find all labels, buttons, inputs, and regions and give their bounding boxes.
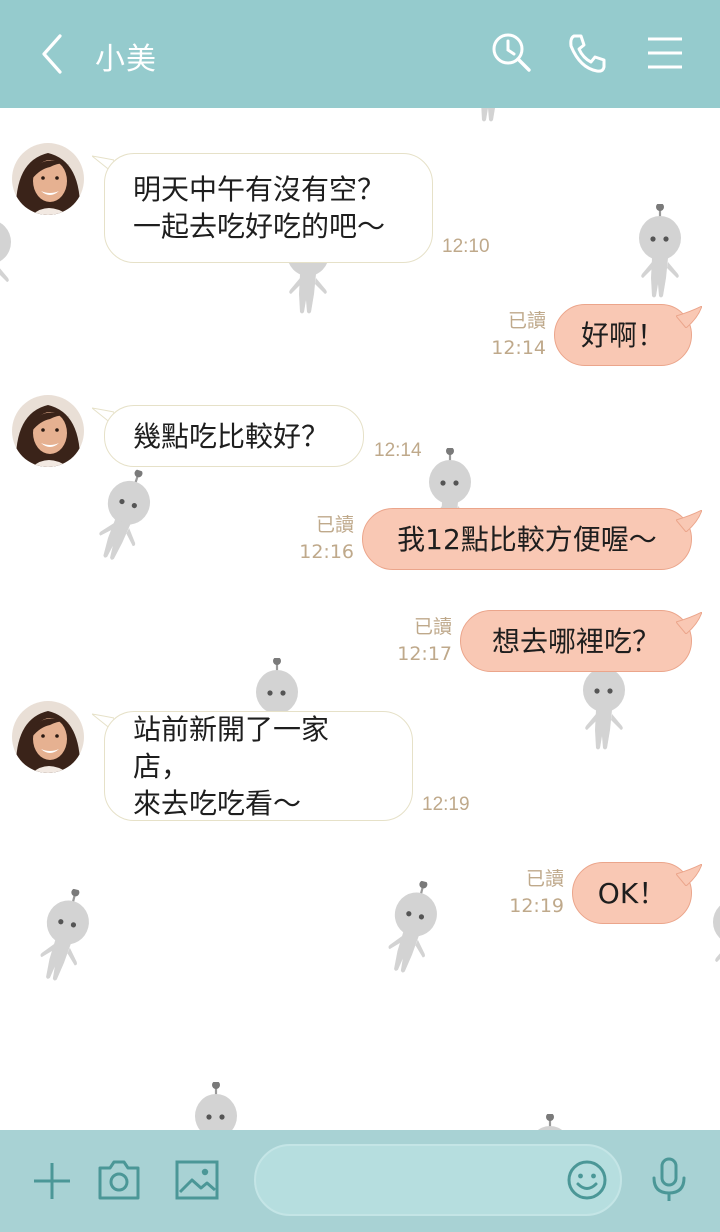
message-line: 站前新開了一家店， bbox=[133, 712, 330, 783]
message-text: 明天中午有沒有空？ 一起去吃好吃的吧～ bbox=[133, 171, 385, 245]
message-bubble-incoming[interactable]: 幾點吃比較好？ bbox=[104, 405, 364, 467]
message-text: 我12點比較方便喔～ bbox=[397, 522, 657, 556]
message-bubble-outgoing[interactable]: 想去哪裡吃？ bbox=[460, 610, 692, 672]
chat-area[interactable]: 明天中午有沒有空？ 一起去吃好吃的吧～ 12:10 已讀 12:14 好啊！ 幾… bbox=[0, 108, 720, 1130]
bubble-tail-icon bbox=[676, 306, 702, 328]
avatar[interactable] bbox=[12, 143, 84, 215]
message-bubble-outgoing[interactable]: 我12點比較方便喔～ bbox=[362, 508, 692, 570]
message-bubble-incoming[interactable]: 明天中午有沒有空？ 一起去吃好吃的吧～ bbox=[104, 153, 433, 263]
alien-wallpaper-icon bbox=[32, 882, 98, 987]
read-status: 已讀 bbox=[413, 616, 452, 638]
read-receipt: 已讀 12:19 bbox=[498, 866, 564, 920]
avatar-photo bbox=[12, 143, 84, 215]
message-time: 12:19 bbox=[422, 794, 470, 815]
message-text: 想去哪裡吃？ bbox=[491, 624, 660, 658]
emoji-icon[interactable] bbox=[565, 1158, 609, 1202]
camera-icon[interactable] bbox=[96, 1158, 142, 1202]
message-time: 12:19 bbox=[509, 895, 564, 917]
read-receipt: 已讀 12:17 bbox=[386, 614, 452, 668]
avatar[interactable] bbox=[12, 395, 84, 467]
message-line: 明天中午有沒有空？ bbox=[133, 173, 386, 206]
microphone-icon[interactable] bbox=[648, 1156, 690, 1204]
alien-wallpaper-icon bbox=[637, 204, 683, 299]
plus-icon[interactable] bbox=[30, 1159, 74, 1203]
read-status: 已讀 bbox=[315, 514, 354, 536]
message-line: 來去吃吃看～ bbox=[133, 786, 302, 820]
message-time: 12:10 bbox=[442, 236, 490, 257]
phone-icon[interactable] bbox=[564, 30, 610, 76]
chat-header: 小美 bbox=[0, 0, 720, 108]
read-status: 已讀 bbox=[507, 310, 546, 332]
alien-wallpaper-icon bbox=[527, 1114, 573, 1130]
image-icon[interactable] bbox=[174, 1158, 220, 1202]
back-arrow-icon[interactable] bbox=[30, 30, 74, 78]
message-time: 12:14 bbox=[374, 440, 422, 461]
message-text: 幾點吃比較好？ bbox=[133, 419, 330, 453]
avatar-photo bbox=[12, 701, 84, 773]
message-bubble-outgoing[interactable]: 好啊！ bbox=[554, 304, 692, 366]
alien-wallpaper-icon bbox=[467, 108, 513, 123]
message-text: OK！ bbox=[597, 876, 667, 910]
avatar-photo bbox=[12, 395, 84, 467]
alien-wallpaper-icon bbox=[711, 888, 720, 983]
contact-name: 小美 bbox=[95, 42, 157, 77]
message-line: 一起去吃好吃的吧～ bbox=[133, 210, 386, 243]
alien-wallpaper-icon bbox=[0, 208, 13, 303]
read-receipt: 已讀 12:14 bbox=[480, 308, 546, 362]
message-time: 12:17 bbox=[397, 643, 452, 665]
clock-search-icon[interactable] bbox=[489, 30, 535, 76]
message-time: 12:14 bbox=[491, 337, 546, 359]
read-status: 已讀 bbox=[525, 868, 564, 890]
alien-wallpaper-icon bbox=[89, 461, 161, 567]
avatar[interactable] bbox=[12, 701, 84, 773]
message-bubble-incoming[interactable]: 站前新開了一家店， 來去吃吃看～ bbox=[104, 711, 413, 821]
message-text: 好啊！ bbox=[581, 318, 666, 352]
read-receipt: 已讀 12:16 bbox=[288, 512, 354, 566]
bubble-tail-icon bbox=[676, 612, 702, 634]
message-bubble-outgoing[interactable]: OK！ bbox=[572, 862, 692, 924]
menu-icon[interactable] bbox=[642, 30, 688, 76]
bubble-tail-icon bbox=[676, 864, 702, 886]
alien-wallpaper-icon bbox=[193, 1082, 239, 1130]
bubble-tail-icon bbox=[676, 510, 702, 532]
message-time: 12:16 bbox=[299, 541, 354, 563]
message-text: 站前新開了一家店， 來去吃吃看～ bbox=[133, 711, 384, 822]
alien-wallpaper-icon bbox=[380, 874, 446, 979]
input-bar bbox=[0, 1130, 720, 1232]
